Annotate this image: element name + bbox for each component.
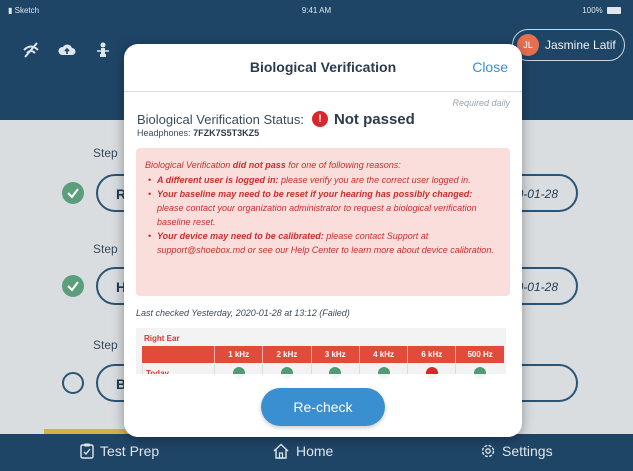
reasons-intro-text: for one of following reasons: xyxy=(285,160,401,170)
modal-header: Biological Verification Close xyxy=(124,44,522,92)
bottom-nav: Test Prep Home Settings xyxy=(0,429,633,471)
no-wifi-icon[interactable] xyxy=(22,41,40,59)
headphones-info: Headphones: 7FZK7S5T3KZ5 xyxy=(137,128,259,138)
reason-text: please contact your organization adminis… xyxy=(157,203,477,227)
table-header-cell: 6 kHz xyxy=(407,346,455,363)
step-complete-icon xyxy=(62,182,84,204)
table-header-cell: 1 kHz xyxy=(214,346,262,363)
headphones-serial: 7FZK7S5T3KZ5 xyxy=(193,128,260,138)
battery-indicator: 100% xyxy=(582,6,621,15)
bullet-icon: • xyxy=(148,189,152,199)
table-header-row: 1 kHz 2 kHz 3 kHz 4 kHz 6 kHz 500 Hz xyxy=(142,346,504,363)
tab-label: Settings xyxy=(502,443,553,459)
step-label: Step xyxy=(93,338,118,352)
tab-settings[interactable]: Settings xyxy=(480,443,553,459)
table-title: Right Ear xyxy=(144,334,180,343)
table-header-cell: 3 kHz xyxy=(310,346,359,363)
verification-status: Biological Verification Status: ! Not pa… xyxy=(137,108,507,130)
user-menu-button[interactable]: JL Jasmine Latif xyxy=(512,29,625,61)
clipboard-icon xyxy=(80,443,94,459)
close-button[interactable]: Close xyxy=(472,59,508,75)
step-incomplete-icon xyxy=(62,372,84,394)
user-name: Jasmine Latif xyxy=(545,38,616,52)
reason-item: • Your baseline may need to be reset if … xyxy=(145,187,500,229)
cloud-upload-icon[interactable] xyxy=(58,41,76,59)
status-label: Biological Verification Status: xyxy=(137,111,304,127)
home-icon xyxy=(273,443,289,459)
toolbar xyxy=(8,34,128,66)
last-checked-text: Last checked Yesterday, 2020-01-28 at 13… xyxy=(136,308,350,318)
tab-home[interactable]: Home xyxy=(272,443,333,459)
battery-icon xyxy=(607,7,621,15)
reason-text: please verify you are the correct user l… xyxy=(278,175,471,185)
table-header-cell xyxy=(142,346,214,363)
biological-verification-modal: Biological Verification Close Required d… xyxy=(124,44,522,437)
reason-title: A different user is logged in: xyxy=(157,175,279,185)
step-complete-icon xyxy=(62,275,84,297)
reason-item: • Your device may need to be calibrated:… xyxy=(145,229,500,257)
reason-title: Your baseline may need to be reset if yo… xyxy=(157,189,473,199)
recheck-button[interactable]: Re-check xyxy=(261,388,385,426)
tab-label: Test Prep xyxy=(100,443,160,459)
table-header-cell: 4 kHz xyxy=(358,346,407,363)
bullet-icon: • xyxy=(148,175,152,185)
gear-icon xyxy=(481,444,495,458)
table-header-cell: 500 Hz xyxy=(455,346,503,363)
reasons-intro: Biological Verification did not pass for… xyxy=(145,158,500,172)
table-header-cell: 2 kHz xyxy=(262,346,310,363)
reasons-intro-text: Biological Verification xyxy=(145,160,233,170)
modal-title: Biological Verification xyxy=(249,59,397,75)
person-sync-icon[interactable] xyxy=(94,41,112,59)
reason-title: Your device may need to be calibrated: xyxy=(157,231,324,241)
step-label: Step xyxy=(93,242,118,256)
tab-test-prep[interactable]: Test Prep xyxy=(80,443,159,459)
battery-percent: 100% xyxy=(582,6,603,15)
tab-label: Home xyxy=(296,443,334,459)
error-icon: ! xyxy=(311,111,328,127)
status-value: Not passed xyxy=(333,110,415,128)
clock: 9:41 AM xyxy=(301,6,332,15)
active-tab-indicator xyxy=(44,429,132,434)
failure-reasons-box: Biological Verification did not pass for… xyxy=(136,148,510,296)
reasons-intro-emphasis: did not pass xyxy=(232,160,286,170)
bullet-icon: • xyxy=(148,231,152,241)
step-label: Step xyxy=(93,146,118,160)
headphones-label: Headphones: xyxy=(137,128,191,138)
required-note: Required daily xyxy=(452,98,510,108)
reason-item: • A different user is logged in: please … xyxy=(145,173,500,187)
reasons-list: • A different user is logged in: please … xyxy=(145,173,500,257)
status-bar: ▮ Sketch 9:41 AM 100% xyxy=(0,0,633,20)
